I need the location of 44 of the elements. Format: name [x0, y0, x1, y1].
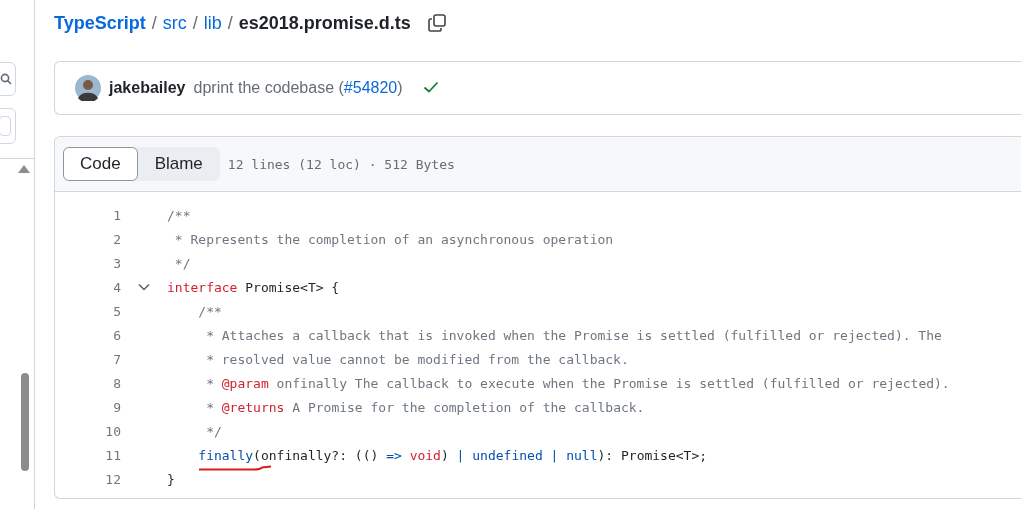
copy-icon	[426, 13, 447, 33]
code-line: */	[205, 423, 222, 439]
code-line: * Attaches a callback that is invoked when the Promise is settled (fulfilled or rejected). The	[205, 327, 942, 343]
line-number: 1	[112, 207, 121, 223]
tab[interactable]: Blame	[137, 147, 220, 181]
breadcrumb-separator: /	[192, 12, 198, 34]
avatar[interactable]	[75, 75, 101, 101]
file-name: es2018.promise.d.ts	[238, 12, 411, 34]
code-line: finally(onfinally?: (() => void) | undefined | null): Promise<T>;	[167, 447, 708, 463]
code-line: interface Promise<T> {	[167, 279, 340, 295]
breadcrumb-link[interactable]: src	[162, 12, 187, 34]
line-number: 3	[112, 255, 121, 271]
line-number: 7	[112, 351, 121, 367]
line-number: 12	[104, 471, 121, 487]
code-line: * @param onfinally The callback to execute when the Promise is settled (fulfilled or rejected).	[205, 375, 950, 391]
breadcrumb-separator: /	[227, 12, 233, 34]
line-number: 9	[112, 399, 121, 415]
line-number: 11	[104, 447, 121, 463]
line-number: 2	[112, 231, 121, 247]
line-number: 6	[112, 327, 121, 343]
code-line: * resolved value cannot be modified from the callback.	[205, 351, 629, 367]
breadcrumb-separator: /	[151, 12, 157, 34]
search-icon	[0, 73, 12, 85]
copy-button[interactable]	[426, 13, 447, 33]
chevron-down-icon[interactable]	[138, 283, 150, 291]
pull-request-link[interactable]: #54820	[343, 79, 398, 96]
line-number: 8	[112, 375, 121, 391]
code-line: * @returns A Promise for the completion of the callback.	[205, 399, 645, 415]
breadcrumb-link[interactable]: lib	[203, 12, 222, 34]
code-line: }	[167, 471, 175, 487]
code-line: */	[173, 255, 191, 271]
code-line: * Represents the completion of an asynchronous operation	[173, 231, 614, 247]
code-line: /**	[197, 303, 222, 319]
breadcrumb-link[interactable]: TypeScript	[54, 12, 146, 34]
line-number: 4	[112, 279, 121, 295]
tab[interactable]: Code	[63, 147, 138, 181]
file-info: 12 lines (12 loc) · 512 Bytes	[227, 156, 455, 172]
scroll-up-icon[interactable]	[18, 165, 30, 173]
commit-author[interactable]: jakebailey	[109, 79, 186, 97]
scrollbar-thumb[interactable]	[21, 373, 29, 471]
line-number: 5	[112, 303, 121, 319]
line-number: 10	[104, 423, 121, 439]
commit-message[interactable]: dprint the codebase (#54820)	[193, 79, 403, 97]
code-line: /**	[167, 207, 191, 223]
